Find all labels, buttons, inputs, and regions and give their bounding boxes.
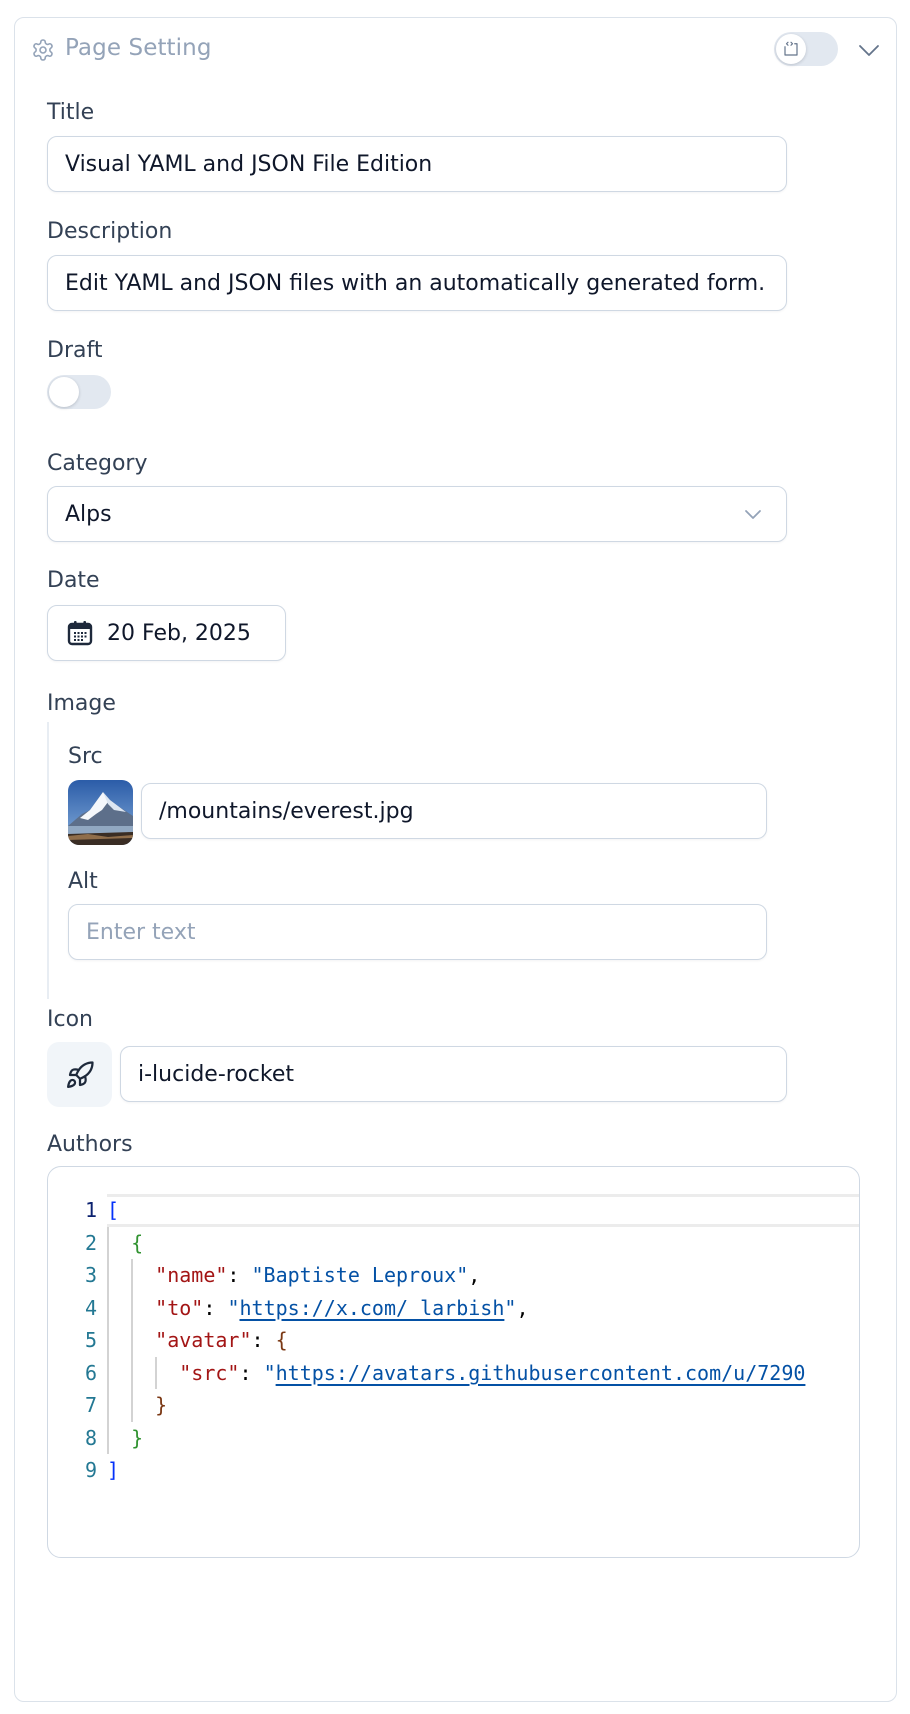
code-text: } xyxy=(107,1422,859,1455)
title-input[interactable]: Visual YAML and JSON File Edition xyxy=(47,136,787,192)
code-token: "name" xyxy=(155,1263,228,1287)
code-mode-toggle[interactable] xyxy=(774,32,838,66)
code-token: , xyxy=(516,1295,529,1320)
line-number: 4 xyxy=(84,1295,97,1320)
code-token: " xyxy=(227,1295,240,1320)
code-link[interactable]: https://avatars.githubusercontent.com/u/… xyxy=(276,1361,806,1385)
code-token: { xyxy=(131,1230,144,1255)
code-text: [ xyxy=(107,1194,859,1227)
indent-guide xyxy=(107,1226,109,1454)
line-number: 1 xyxy=(84,1198,97,1222)
line-number: 2 xyxy=(84,1230,97,1255)
file-code-icon xyxy=(784,41,798,56)
code-token: [ xyxy=(107,1198,120,1222)
code-token: { xyxy=(275,1328,288,1352)
image-group-divider xyxy=(47,722,49,999)
code-text: "to": "https://x.com/_larbish", xyxy=(107,1292,859,1325)
draft-switch[interactable] xyxy=(47,375,111,409)
mountain-thumbnail[interactable] xyxy=(68,780,133,845)
authors-label: Authors xyxy=(47,1132,133,1157)
code-text: { xyxy=(107,1227,859,1260)
code-lines: 1[2 {3 "name": "Baptiste Leproux", 4 "to"… xyxy=(48,1194,859,1487)
image-src-input[interactable]: /mountains/everest.jpg xyxy=(141,783,767,839)
indent-guide xyxy=(155,1356,157,1389)
title-label: Title xyxy=(47,100,95,125)
draft-label: Draft xyxy=(47,338,103,363)
line-number: 7 xyxy=(84,1393,97,1417)
panel-title: Page Setting xyxy=(65,35,212,61)
src-label: Src xyxy=(68,744,103,769)
code-token: : xyxy=(227,1263,252,1287)
code-line[interactable]: 6 "src": "https://avatars.githubusercont… xyxy=(48,1357,859,1390)
code-line[interactable]: 5 "avatar": { xyxy=(48,1324,859,1357)
line-number: 9 xyxy=(84,1458,97,1482)
gear-icon xyxy=(33,39,53,61)
image-label: Image xyxy=(47,691,116,716)
switch-knob xyxy=(49,377,79,407)
code-text: "name": "Baptiste Leproux", xyxy=(107,1259,859,1292)
line-number: 5 xyxy=(84,1328,97,1352)
code-token: : xyxy=(251,1328,276,1352)
icon-input[interactable]: i-lucide-rocket xyxy=(120,1046,787,1102)
rocket-icon xyxy=(66,1060,94,1088)
code-token: } xyxy=(131,1425,144,1450)
code-text: } xyxy=(107,1389,859,1422)
icon-preview[interactable] xyxy=(47,1042,112,1107)
image-alt-input[interactable]: Enter text xyxy=(68,904,767,960)
code-token: ] xyxy=(107,1458,120,1482)
date-value: 20 Feb, 2025 xyxy=(107,620,251,646)
description-input[interactable]: Edit YAML and JSON files with an automat… xyxy=(47,255,787,311)
category-label: Category xyxy=(47,451,148,476)
toggle-knob xyxy=(776,34,806,64)
panel-header[interactable]: Page Setting xyxy=(15,18,896,82)
chevron-down-icon xyxy=(745,510,761,519)
page-setting-panel: Page Setting Title Visual YAML and JSON … xyxy=(14,17,897,1702)
code-line[interactable]: 4 "to": "https://x.com/_larbish", xyxy=(48,1292,859,1325)
code-line[interactable]: 9] xyxy=(48,1454,859,1487)
code-token: : xyxy=(239,1360,264,1385)
code-line[interactable]: 8 } xyxy=(48,1422,859,1455)
code-token: " xyxy=(263,1360,276,1385)
description-label: Description xyxy=(47,219,173,244)
calendar-icon xyxy=(67,621,93,646)
indent-guide xyxy=(131,1259,133,1422)
code-token: : xyxy=(203,1295,228,1320)
code-token: "Baptiste Leproux" xyxy=(251,1263,469,1287)
code-token: "src" xyxy=(179,1360,240,1385)
icon-label: Icon xyxy=(47,1007,93,1032)
code-text: "src": "https://avatars.githubuserconten… xyxy=(107,1357,859,1390)
line-number: 6 xyxy=(84,1360,97,1385)
date-label: Date xyxy=(47,568,100,593)
authors-code-editor[interactable]: 1[2 {3 "name": "Baptiste Leproux", 4 "to"… xyxy=(47,1166,860,1558)
code-token: } xyxy=(155,1393,168,1417)
line-number: 8 xyxy=(84,1425,97,1450)
code-line[interactable]: 2 { xyxy=(48,1227,859,1260)
code-token: , xyxy=(468,1263,481,1287)
code-token: "to" xyxy=(155,1295,204,1320)
category-select[interactable]: Alps xyxy=(47,486,787,542)
code-token: " xyxy=(504,1295,517,1320)
date-picker-button[interactable]: 20 Feb, 2025 xyxy=(47,605,286,661)
code-text: ] xyxy=(107,1454,859,1487)
code-text: "avatar": { xyxy=(107,1324,859,1357)
code-token: "avatar" xyxy=(155,1328,252,1352)
code-link[interactable]: https://x.com/_larbish xyxy=(239,1296,504,1320)
line-number: 3 xyxy=(84,1263,97,1287)
alt-label: Alt xyxy=(68,869,98,894)
code-line[interactable]: 3 "name": "Baptiste Leproux", xyxy=(48,1259,859,1292)
chevron-down-icon[interactable] xyxy=(857,40,881,60)
category-selected-value: Alps xyxy=(65,501,112,527)
code-line[interactable]: 1[ xyxy=(48,1194,859,1227)
code-line[interactable]: 7 } xyxy=(48,1389,859,1422)
